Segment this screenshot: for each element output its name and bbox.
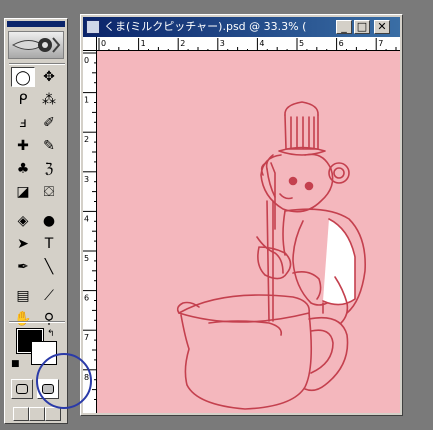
dodge-icon: ● <box>42 213 56 229</box>
separator <box>9 321 65 323</box>
hand-icon: ✋ <box>14 311 32 327</box>
ruler-label: 6 <box>84 294 89 303</box>
marquee-icon: ◯ <box>15 70 31 86</box>
ruler-label: 3 <box>220 39 225 48</box>
zoom-icon: ⚲ <box>43 311 55 327</box>
ruler-label: 2 <box>180 39 185 48</box>
image-canvas[interactable] <box>97 51 400 413</box>
close-button[interactable]: ✕ <box>374 20 390 34</box>
tool-palette-titlebar[interactable] <box>7 21 65 27</box>
type-icon: T <box>44 236 54 252</box>
path-selection-tool[interactable]: ➤ <box>11 234 35 254</box>
healing-brush-icon: ✚ <box>17 138 29 154</box>
move-tool[interactable]: ✥ <box>37 67 61 87</box>
horizontal-ruler-ticks: 0 1 2 3 4 5 6 7 <box>98 38 397 50</box>
minimize-button[interactable]: _ <box>336 20 352 34</box>
blur-icon: ◈ <box>17 213 29 229</box>
ruler-label: 1 <box>141 39 146 48</box>
ruler-label: 4 <box>84 214 89 223</box>
zoom-tool[interactable]: ⚲ <box>37 309 61 329</box>
type-tool[interactable]: T <box>37 234 61 254</box>
standard-screen-mode-button[interactable] <box>13 407 29 421</box>
full-screen-mode-button[interactable] <box>45 407 61 421</box>
notes-tool[interactable]: ▤ <box>11 286 35 306</box>
ruler-label: 6 <box>339 39 344 48</box>
paint-bucket-tool[interactable]: ⛋ <box>37 182 61 202</box>
top-hat <box>278 101 326 156</box>
slice-tool[interactable]: ✐ <box>37 113 61 133</box>
pen-tool[interactable]: ✒ <box>11 257 35 277</box>
bear-milk-pitcher-illustration <box>176 101 366 410</box>
photoshop-document-icon <box>86 20 100 34</box>
default-colors-icon[interactable]: ■ <box>11 359 20 369</box>
ruler-label: 7 <box>378 39 383 48</box>
stamp-icon: ♣ <box>16 161 30 177</box>
swap-colors-icon[interactable]: ↰ <box>47 329 55 339</box>
paint-bucket-icon: ⛋ <box>43 184 55 200</box>
ruler-label: 0 <box>84 56 89 65</box>
line-icon: ╲ <box>44 259 54 275</box>
vertical-ruler-ticks: 012345678 <box>83 52 96 400</box>
eyedropper-tool[interactable]: ⟋ <box>37 286 61 306</box>
document-window: くま(ミルクピッチャー).psd @ 33.3% ( _ □ ✕ 0 1 2 3 4 5 6… <box>80 14 403 416</box>
maximize-button[interactable]: □ <box>354 20 370 34</box>
ruler-label: 3 <box>84 175 89 184</box>
document-titlebar[interactable]: くま(ミルクピッチャー).psd @ 33.3% ( _ □ ✕ <box>83 17 400 37</box>
pen-icon: ✒ <box>17 259 29 275</box>
ruler-label: 0 <box>101 39 106 48</box>
milk-pitcher <box>176 294 349 410</box>
full-screen-menu-mode-button[interactable] <box>29 407 45 421</box>
magic-wand-icon: ⁂ <box>42 92 56 108</box>
eraser-tool[interactable]: ◪ <box>11 182 35 202</box>
line-tool[interactable]: ╲ <box>37 257 61 277</box>
ruler-label: 5 <box>299 39 304 48</box>
notes-icon: ▤ <box>16 288 30 304</box>
ruler-origin[interactable] <box>83 37 97 51</box>
vertical-ruler[interactable]: 012345678 <box>83 51 97 413</box>
ruler-label: 4 <box>259 39 264 48</box>
highlight-circle-annotation <box>36 353 92 409</box>
ruler-label: 7 <box>84 333 89 342</box>
dodge-tool[interactable]: ● <box>37 211 61 231</box>
eye-feather-icon <box>11 37 61 53</box>
photoshop-logo-button[interactable] <box>8 31 64 59</box>
ruler-label: 2 <box>84 135 89 144</box>
history-brush-tool[interactable]: ℨ <box>37 159 61 179</box>
ruler-label: 1 <box>84 96 89 105</box>
magic-wand-tool[interactable]: ⁂ <box>37 90 61 110</box>
brush-tool[interactable]: ✎ <box>37 136 61 156</box>
horizontal-ruler[interactable]: 0 1 2 3 4 5 6 7 <box>97 37 400 51</box>
crop-icon: ⅎ <box>19 115 27 131</box>
move-icon: ✥ <box>43 69 55 85</box>
document-title: くま(ミルクピッチャー).psd @ 33.3% ( <box>104 20 307 33</box>
marquee-tool[interactable]: ◯ <box>11 67 35 87</box>
slice-icon: ✐ <box>43 115 55 131</box>
healing-brush-tool[interactable]: ✚ <box>11 136 35 156</box>
history-brush-icon: ℨ <box>44 161 54 177</box>
eraser-icon: ◪ <box>16 184 30 200</box>
lasso-icon: ᑭ <box>18 92 28 108</box>
brush-icon: ✎ <box>43 138 55 154</box>
stamp-tool[interactable]: ♣ <box>11 159 35 179</box>
standard-mode-button[interactable] <box>11 379 33 399</box>
hand-tool[interactable]: ✋ <box>11 309 35 329</box>
blur-tool[interactable]: ◈ <box>11 211 35 231</box>
crop-tool[interactable]: ⅎ <box>11 113 35 133</box>
lasso-tool[interactable]: ᑭ <box>11 90 35 110</box>
ruler-label: 5 <box>84 254 89 263</box>
separator <box>9 63 65 65</box>
path-selection-icon: ➤ <box>17 236 29 252</box>
eyedropper-icon: ⟋ <box>44 288 54 304</box>
